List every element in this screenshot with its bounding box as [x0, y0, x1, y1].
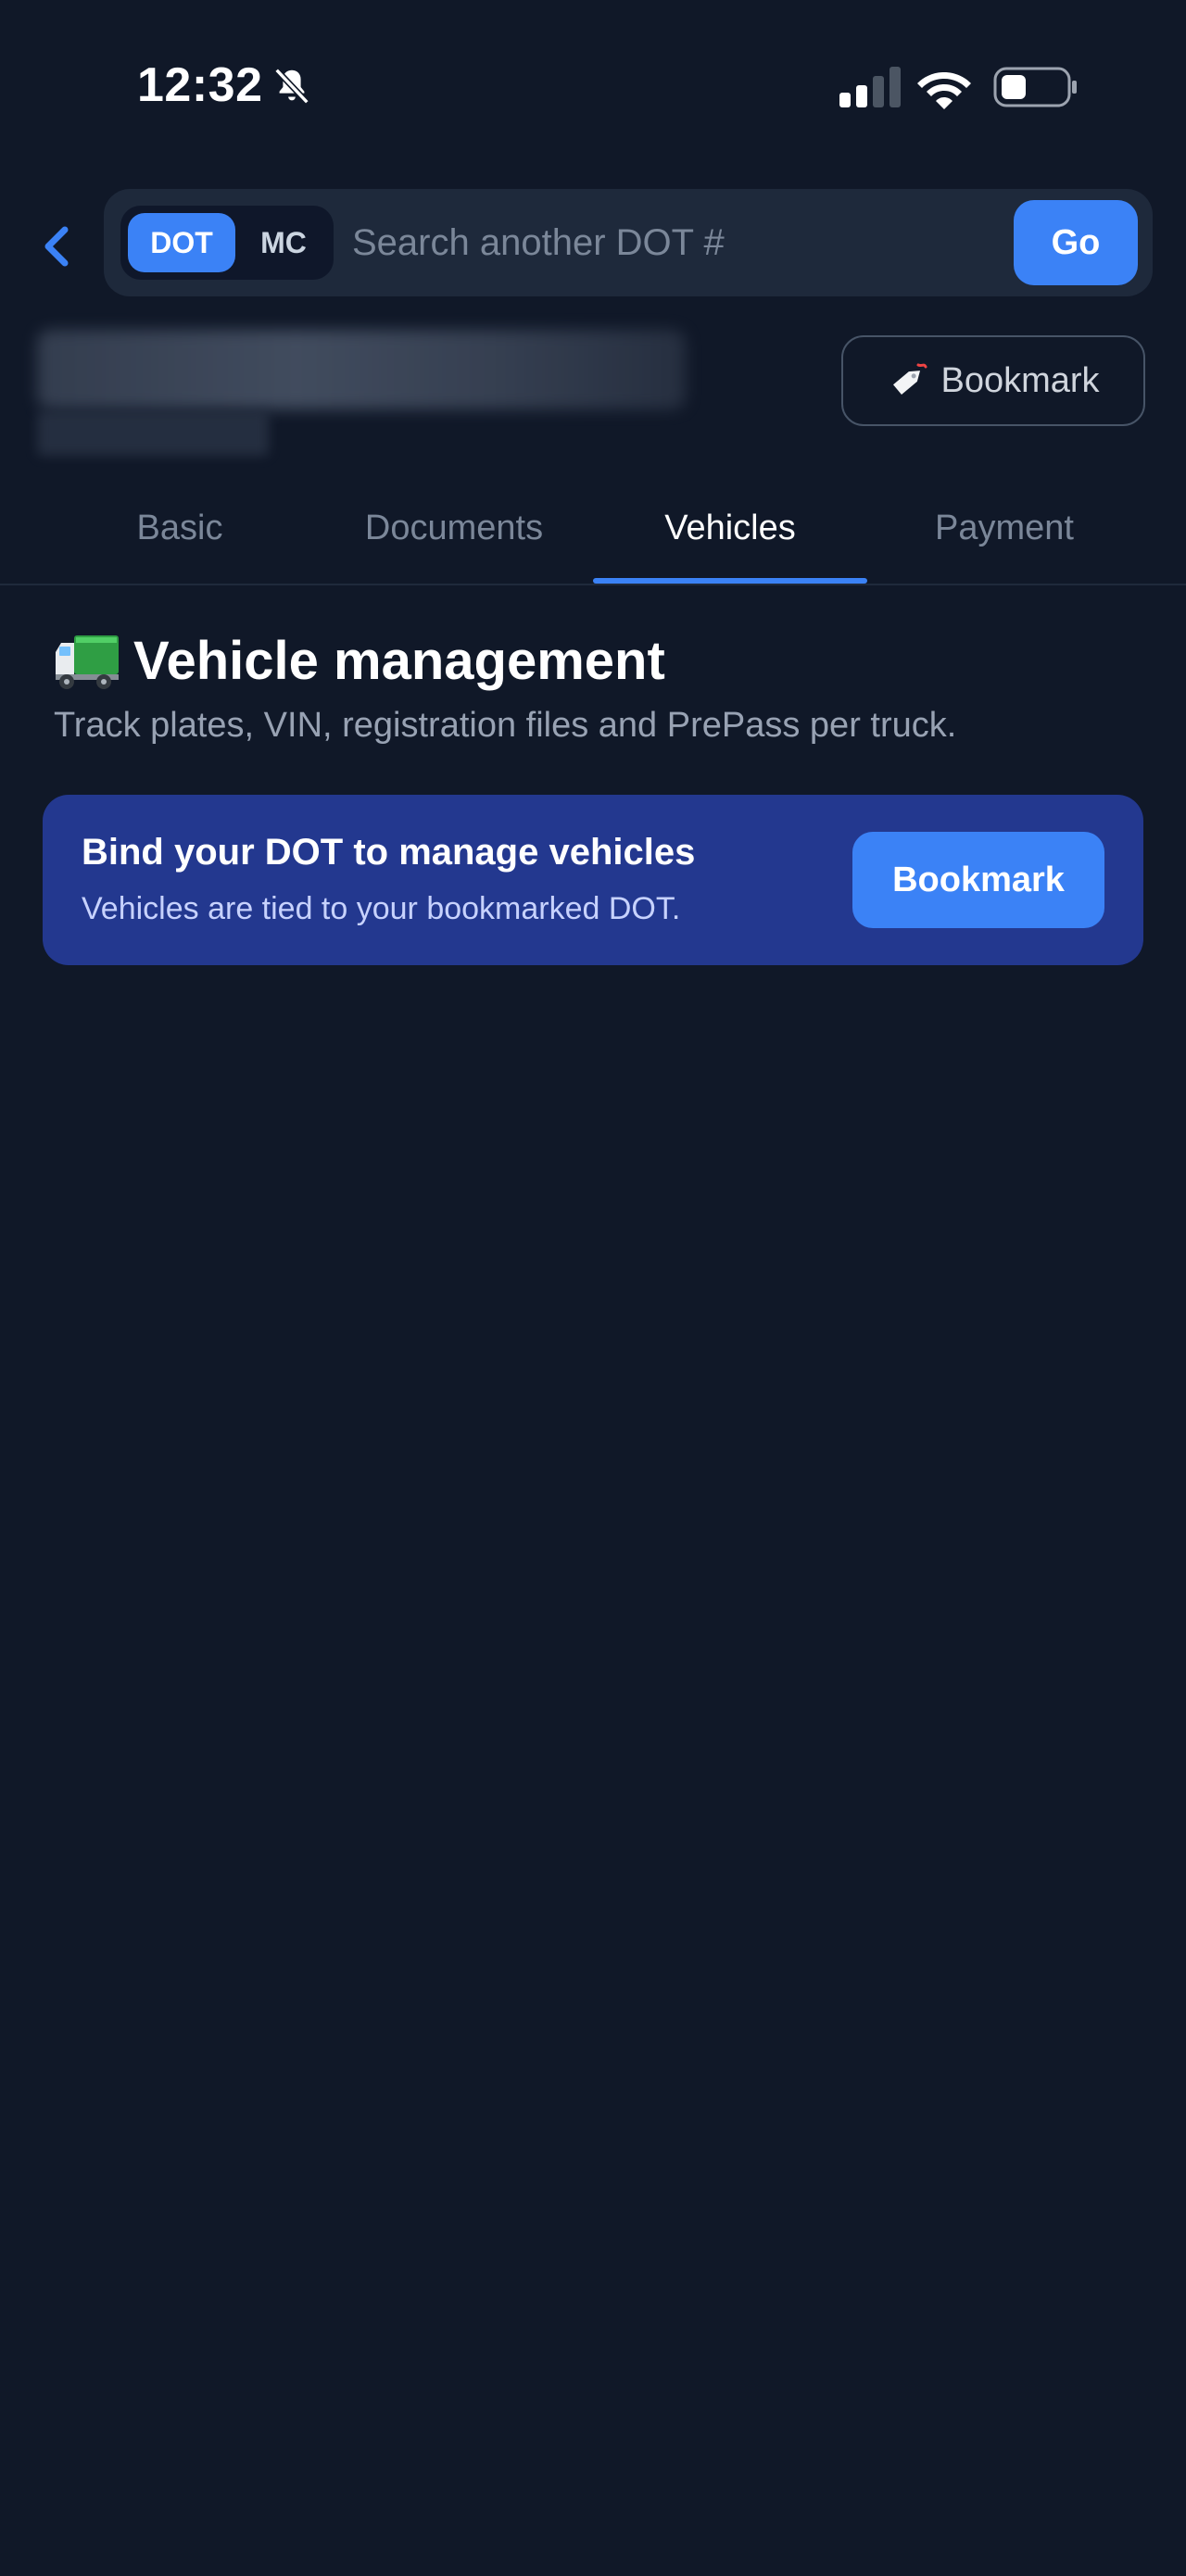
tag-icon	[893, 363, 927, 396]
bookmark-label: Bookmark	[940, 360, 1100, 400]
tab-divider	[0, 584, 1186, 585]
go-button[interactable]: Go	[1014, 200, 1138, 285]
chevron-left-icon[interactable]	[37, 219, 78, 274]
tab-basic[interactable]: Basic	[43, 500, 317, 556]
bind-card-subtitle: Vehicles are tied to your bookmarked DOT…	[82, 891, 681, 926]
tab-vehicles[interactable]: Vehicles	[593, 500, 867, 556]
wifi-icon	[917, 72, 971, 109]
toggle-dot[interactable]: DOT	[128, 213, 235, 272]
bookmark-button[interactable]: Bookmark	[841, 335, 1145, 426]
truck-icon	[56, 635, 119, 689]
tab-payment[interactable]: Payment	[867, 500, 1142, 556]
status-time: 12:32	[137, 58, 263, 112]
toggle-mc[interactable]: MC	[241, 213, 326, 272]
search-input[interactable]	[352, 206, 1001, 280]
section-subtitle: Track plates, VIN, registration files an…	[54, 706, 957, 745]
section-title: Vehicle management	[133, 631, 665, 691]
bell-slash-icon	[274, 68, 309, 105]
cellular-signal-icon	[839, 67, 901, 107]
company-subtitle-redacted	[37, 411, 269, 456]
battery-icon	[993, 67, 1077, 107]
active-tab-indicator	[593, 578, 867, 584]
company-name-redacted	[37, 330, 686, 409]
card-bookmark-button[interactable]: Bookmark	[852, 832, 1104, 928]
bind-card-title: Bind your DOT to manage vehicles	[82, 832, 696, 873]
tab-documents[interactable]: Documents	[317, 500, 591, 556]
